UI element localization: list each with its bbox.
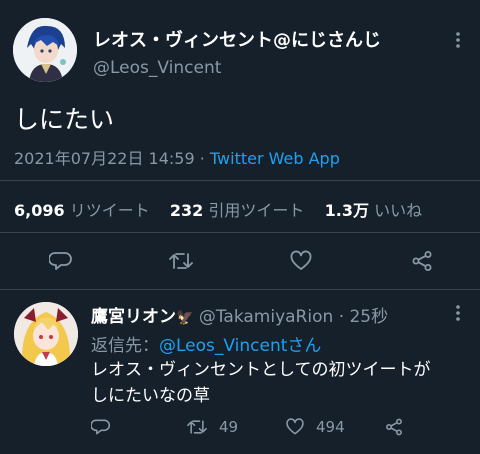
quotes-count: 232 (169, 201, 204, 220)
tweet-timestamp[interactable]: 2021年07月22日 14:59 · (14, 149, 210, 168)
reply-reply-icon[interactable] (91, 417, 111, 437)
reply-like-count: 494 (316, 418, 345, 436)
divider-top (0, 180, 480, 181)
author-avatar-image (13, 18, 77, 82)
tweet-text: しにたい (14, 105, 115, 134)
reply-share-icon[interactable] (384, 417, 404, 437)
eagle-emoji-icon: 🦅 (176, 310, 194, 326)
reply-text-line-1: レオス・ヴィンセントとしての初ツイートが (91, 360, 431, 380)
retweets-stat[interactable]: 6,096 リツイート (14, 201, 155, 220)
quotes-stat[interactable]: 232 引用ツイート (170, 201, 310, 220)
reply-more-options-icon[interactable] (450, 303, 466, 323)
replying-to: 返信先：@Leos_Vincentさん (91, 331, 321, 356)
reply-time[interactable]: · 25秒 (339, 307, 388, 327)
tweet-meta: 2021年07月22日 14:59 · Twitter Web App (14, 145, 340, 169)
divider-bottom (0, 289, 480, 290)
like-icon[interactable] (289, 249, 313, 273)
reply-text: レオス・ヴィンセントとしての初ツイートが しにたいなの草 (91, 357, 431, 409)
divider-middle (0, 232, 480, 233)
share-icon[interactable] (410, 249, 434, 273)
tweet-source[interactable]: Twitter Web App (210, 149, 340, 168)
retweet-icon[interactable] (168, 249, 194, 273)
reply-retweet-icon[interactable] (186, 417, 208, 437)
reply-text-line-2: しにたいなの草 (91, 386, 210, 406)
reply-author-avatar-image (14, 302, 78, 366)
likes-count: 1.3万 (324, 201, 369, 220)
reply-header: 鷹宮リオン🦅 @TakamiyaRion · 25秒 (91, 302, 388, 327)
reply-icon[interactable] (49, 249, 73, 273)
likes-label: いいね (374, 201, 423, 220)
reply-like-icon[interactable] (285, 417, 305, 437)
retweets-label: リツイート (69, 201, 150, 220)
reply-author-avatar[interactable] (14, 302, 78, 366)
author-handle[interactable]: @Leos_Vincent (93, 58, 221, 78)
reply-author-name[interactable]: 鷹宮リオン (91, 307, 176, 327)
stats-row: 6,096 リツイート 232 引用ツイート 1.3万 いいね (14, 197, 422, 221)
quotes-label: 引用ツイート (208, 201, 305, 220)
retweets-count: 6,096 (14, 201, 65, 220)
reply-retweet-count: 49 (219, 418, 239, 436)
likes-stat[interactable]: 1.3万 いいね (325, 201, 422, 220)
author-display-name[interactable]: レオス・ヴィンセント@にじさんじ (93, 26, 381, 52)
author-avatar[interactable] (13, 18, 77, 82)
replying-to-prefix: 返信先： (91, 336, 159, 356)
more-options-icon[interactable] (450, 30, 466, 50)
reply-author-handle[interactable]: @TakamiyaRion (199, 307, 333, 327)
replying-to-handle[interactable]: @Leos_Vincentさん (159, 336, 321, 356)
